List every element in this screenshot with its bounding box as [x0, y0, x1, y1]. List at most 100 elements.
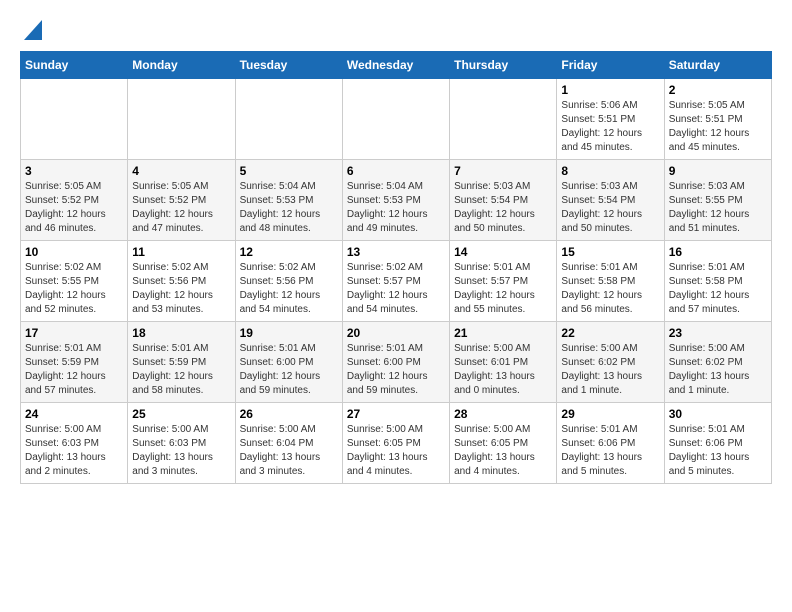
calendar-cell: 26 Sunrise: 5:00 AM Sunset: 6:04 PM Dayli… [235, 403, 342, 484]
calendar-cell: 7 Sunrise: 5:03 AM Sunset: 5:54 PM Daylig… [450, 160, 557, 241]
calendar-cell: 14Sunrise: 5:01 AM Sunset: 5:57 PM Dayli… [450, 241, 557, 322]
day-info: Sunrise: 5:04 AM Sunset: 5:53 PM Dayligh… [347, 180, 445, 236]
calendar-cell: 6 Sunrise: 5:04 AM Sunset: 5:53 PM Daylig… [342, 160, 449, 241]
day-number: 27 [347, 407, 445, 421]
day-info: Sunrise: 5:01 AM Sunset: 5:58 PM Dayligh… [669, 261, 767, 317]
day-info: Sunrise: 5:02 AM Sunset: 5:57 PM Dayligh… [347, 261, 445, 317]
day-number: 5 [240, 164, 338, 178]
calendar-day-header: Wednesday [342, 52, 449, 79]
calendar-cell: 1Sunrise: 5:06 AM Sunset: 5:51 PM Daylig… [557, 79, 664, 160]
calendar-cell: 22 Sunrise: 5:00 AM Sunset: 6:02 PM Dayli… [557, 322, 664, 403]
calendar-day-header: Friday [557, 52, 664, 79]
day-number: 3 [25, 164, 123, 178]
day-number: 6 [347, 164, 445, 178]
calendar-week-row: 1Sunrise: 5:06 AM Sunset: 5:51 PM Daylig… [21, 79, 772, 160]
day-number: 18 [132, 326, 230, 340]
day-info: Sunrise: 5:05 AM Sunset: 5:52 PM Dayligh… [25, 180, 123, 236]
day-info: Sunrise: 5:02 AM Sunset: 5:55 PM Dayligh… [25, 261, 123, 317]
logo [20, 20, 42, 41]
day-info: Sunrise: 5:05 AM Sunset: 5:52 PM Dayligh… [132, 180, 230, 236]
day-info: Sunrise: 5:01 AM Sunset: 5:58 PM Dayligh… [561, 261, 659, 317]
day-number: 11 [132, 245, 230, 259]
calendar-cell [342, 79, 449, 160]
day-number: 2 [669, 83, 767, 97]
calendar-cell: 21 Sunrise: 5:00 AM Sunset: 6:01 PM Dayli… [450, 322, 557, 403]
day-number: 26 [240, 407, 338, 421]
day-number: 19 [240, 326, 338, 340]
calendar-cell: 2 Sunrise: 5:05 AM Sunset: 5:51 PM Daylig… [664, 79, 771, 160]
day-number: 12 [240, 245, 338, 259]
day-number: 30 [669, 407, 767, 421]
day-info: Sunrise: 5:02 AM Sunset: 5:56 PM Dayligh… [132, 261, 230, 317]
day-number: 24 [25, 407, 123, 421]
calendar-day-header: Tuesday [235, 52, 342, 79]
calendar-cell [21, 79, 128, 160]
day-number: 13 [347, 245, 445, 259]
calendar-cell [450, 79, 557, 160]
day-number: 14 [454, 245, 552, 259]
day-info: Sunrise: 5:00 AM Sunset: 6:03 PM Dayligh… [25, 423, 123, 479]
day-info: Sunrise: 5:00 AM Sunset: 6:02 PM Dayligh… [669, 342, 767, 398]
day-number: 20 [347, 326, 445, 340]
day-info: Sunrise: 5:05 AM Sunset: 5:51 PM Dayligh… [669, 99, 767, 155]
day-number: 4 [132, 164, 230, 178]
calendar-cell: 13 Sunrise: 5:02 AM Sunset: 5:57 PM Dayli… [342, 241, 449, 322]
calendar-week-row: 10 Sunrise: 5:02 AM Sunset: 5:55 PM Dayli… [21, 241, 772, 322]
day-info: Sunrise: 5:00 AM Sunset: 6:05 PM Dayligh… [347, 423, 445, 479]
day-number: 7 [454, 164, 552, 178]
day-info: Sunrise: 5:03 AM Sunset: 5:54 PM Dayligh… [454, 180, 552, 236]
calendar-cell: 17Sunrise: 5:01 AM Sunset: 5:59 PM Dayli… [21, 322, 128, 403]
calendar-cell: 28Sunrise: 5:00 AM Sunset: 6:05 PM Dayli… [450, 403, 557, 484]
calendar-cell [235, 79, 342, 160]
calendar-cell: 29 Sunrise: 5:01 AM Sunset: 6:06 PM Dayli… [557, 403, 664, 484]
day-info: Sunrise: 5:00 AM Sunset: 6:04 PM Dayligh… [240, 423, 338, 479]
day-info: Sunrise: 5:01 AM Sunset: 5:59 PM Dayligh… [132, 342, 230, 398]
day-info: Sunrise: 5:06 AM Sunset: 5:51 PM Dayligh… [561, 99, 659, 155]
calendar-cell: 25 Sunrise: 5:00 AM Sunset: 6:03 PM Dayli… [128, 403, 235, 484]
day-number: 22 [561, 326, 659, 340]
day-number: 25 [132, 407, 230, 421]
day-info: Sunrise: 5:01 AM Sunset: 5:59 PM Dayligh… [25, 342, 123, 398]
calendar-table: SundayMondayTuesdayWednesdayThursdayFrid… [20, 51, 772, 484]
calendar-cell: 10 Sunrise: 5:02 AM Sunset: 5:55 PM Dayli… [21, 241, 128, 322]
calendar-week-row: 24 Sunrise: 5:00 AM Sunset: 6:03 PM Dayli… [21, 403, 772, 484]
calendar-day-header: Sunday [21, 52, 128, 79]
day-number: 28 [454, 407, 552, 421]
day-info: Sunrise: 5:03 AM Sunset: 5:55 PM Dayligh… [669, 180, 767, 236]
day-info: Sunrise: 5:00 AM Sunset: 6:01 PM Dayligh… [454, 342, 552, 398]
day-info: Sunrise: 5:01 AM Sunset: 6:06 PM Dayligh… [669, 423, 767, 479]
calendar-cell: 19 Sunrise: 5:01 AM Sunset: 6:00 PM Dayli… [235, 322, 342, 403]
calendar-cell: 8Sunrise: 5:03 AM Sunset: 5:54 PM Daylig… [557, 160, 664, 241]
day-info: Sunrise: 5:01 AM Sunset: 6:00 PM Dayligh… [347, 342, 445, 398]
calendar-cell: 5 Sunrise: 5:04 AM Sunset: 5:53 PM Daylig… [235, 160, 342, 241]
day-number: 21 [454, 326, 552, 340]
calendar-cell: 20 Sunrise: 5:01 AM Sunset: 6:00 PM Dayli… [342, 322, 449, 403]
day-number: 8 [561, 164, 659, 178]
calendar-cell [128, 79, 235, 160]
calendar-cell: 30 Sunrise: 5:01 AM Sunset: 6:06 PM Dayli… [664, 403, 771, 484]
calendar-cell: 27 Sunrise: 5:00 AM Sunset: 6:05 PM Dayli… [342, 403, 449, 484]
calendar-cell: 16 Sunrise: 5:01 AM Sunset: 5:58 PM Dayli… [664, 241, 771, 322]
day-info: Sunrise: 5:04 AM Sunset: 5:53 PM Dayligh… [240, 180, 338, 236]
calendar-day-header: Saturday [664, 52, 771, 79]
calendar-week-row: 17Sunrise: 5:01 AM Sunset: 5:59 PM Dayli… [21, 322, 772, 403]
day-info: Sunrise: 5:00 AM Sunset: 6:02 PM Dayligh… [561, 342, 659, 398]
day-number: 29 [561, 407, 659, 421]
calendar-cell: 23Sunrise: 5:00 AM Sunset: 6:02 PM Dayli… [664, 322, 771, 403]
calendar-header-row: SundayMondayTuesdayWednesdayThursdayFrid… [21, 52, 772, 79]
day-info: Sunrise: 5:01 AM Sunset: 6:00 PM Dayligh… [240, 342, 338, 398]
logo-icon [24, 20, 42, 40]
calendar-cell: 15 Sunrise: 5:01 AM Sunset: 5:58 PM Dayli… [557, 241, 664, 322]
day-info: Sunrise: 5:00 AM Sunset: 6:03 PM Dayligh… [132, 423, 230, 479]
day-info: Sunrise: 5:01 AM Sunset: 6:06 PM Dayligh… [561, 423, 659, 479]
day-info: Sunrise: 5:02 AM Sunset: 5:56 PM Dayligh… [240, 261, 338, 317]
day-number: 16 [669, 245, 767, 259]
day-number: 15 [561, 245, 659, 259]
page-header [20, 20, 772, 41]
calendar-cell: 4 Sunrise: 5:05 AM Sunset: 5:52 PM Daylig… [128, 160, 235, 241]
calendar-cell: 9Sunrise: 5:03 AM Sunset: 5:55 PM Daylig… [664, 160, 771, 241]
day-number: 10 [25, 245, 123, 259]
calendar-header: SundayMondayTuesdayWednesdayThursdayFrid… [21, 52, 772, 79]
calendar-cell: 11 Sunrise: 5:02 AM Sunset: 5:56 PM Dayli… [128, 241, 235, 322]
calendar-body: 1Sunrise: 5:06 AM Sunset: 5:51 PM Daylig… [21, 79, 772, 484]
